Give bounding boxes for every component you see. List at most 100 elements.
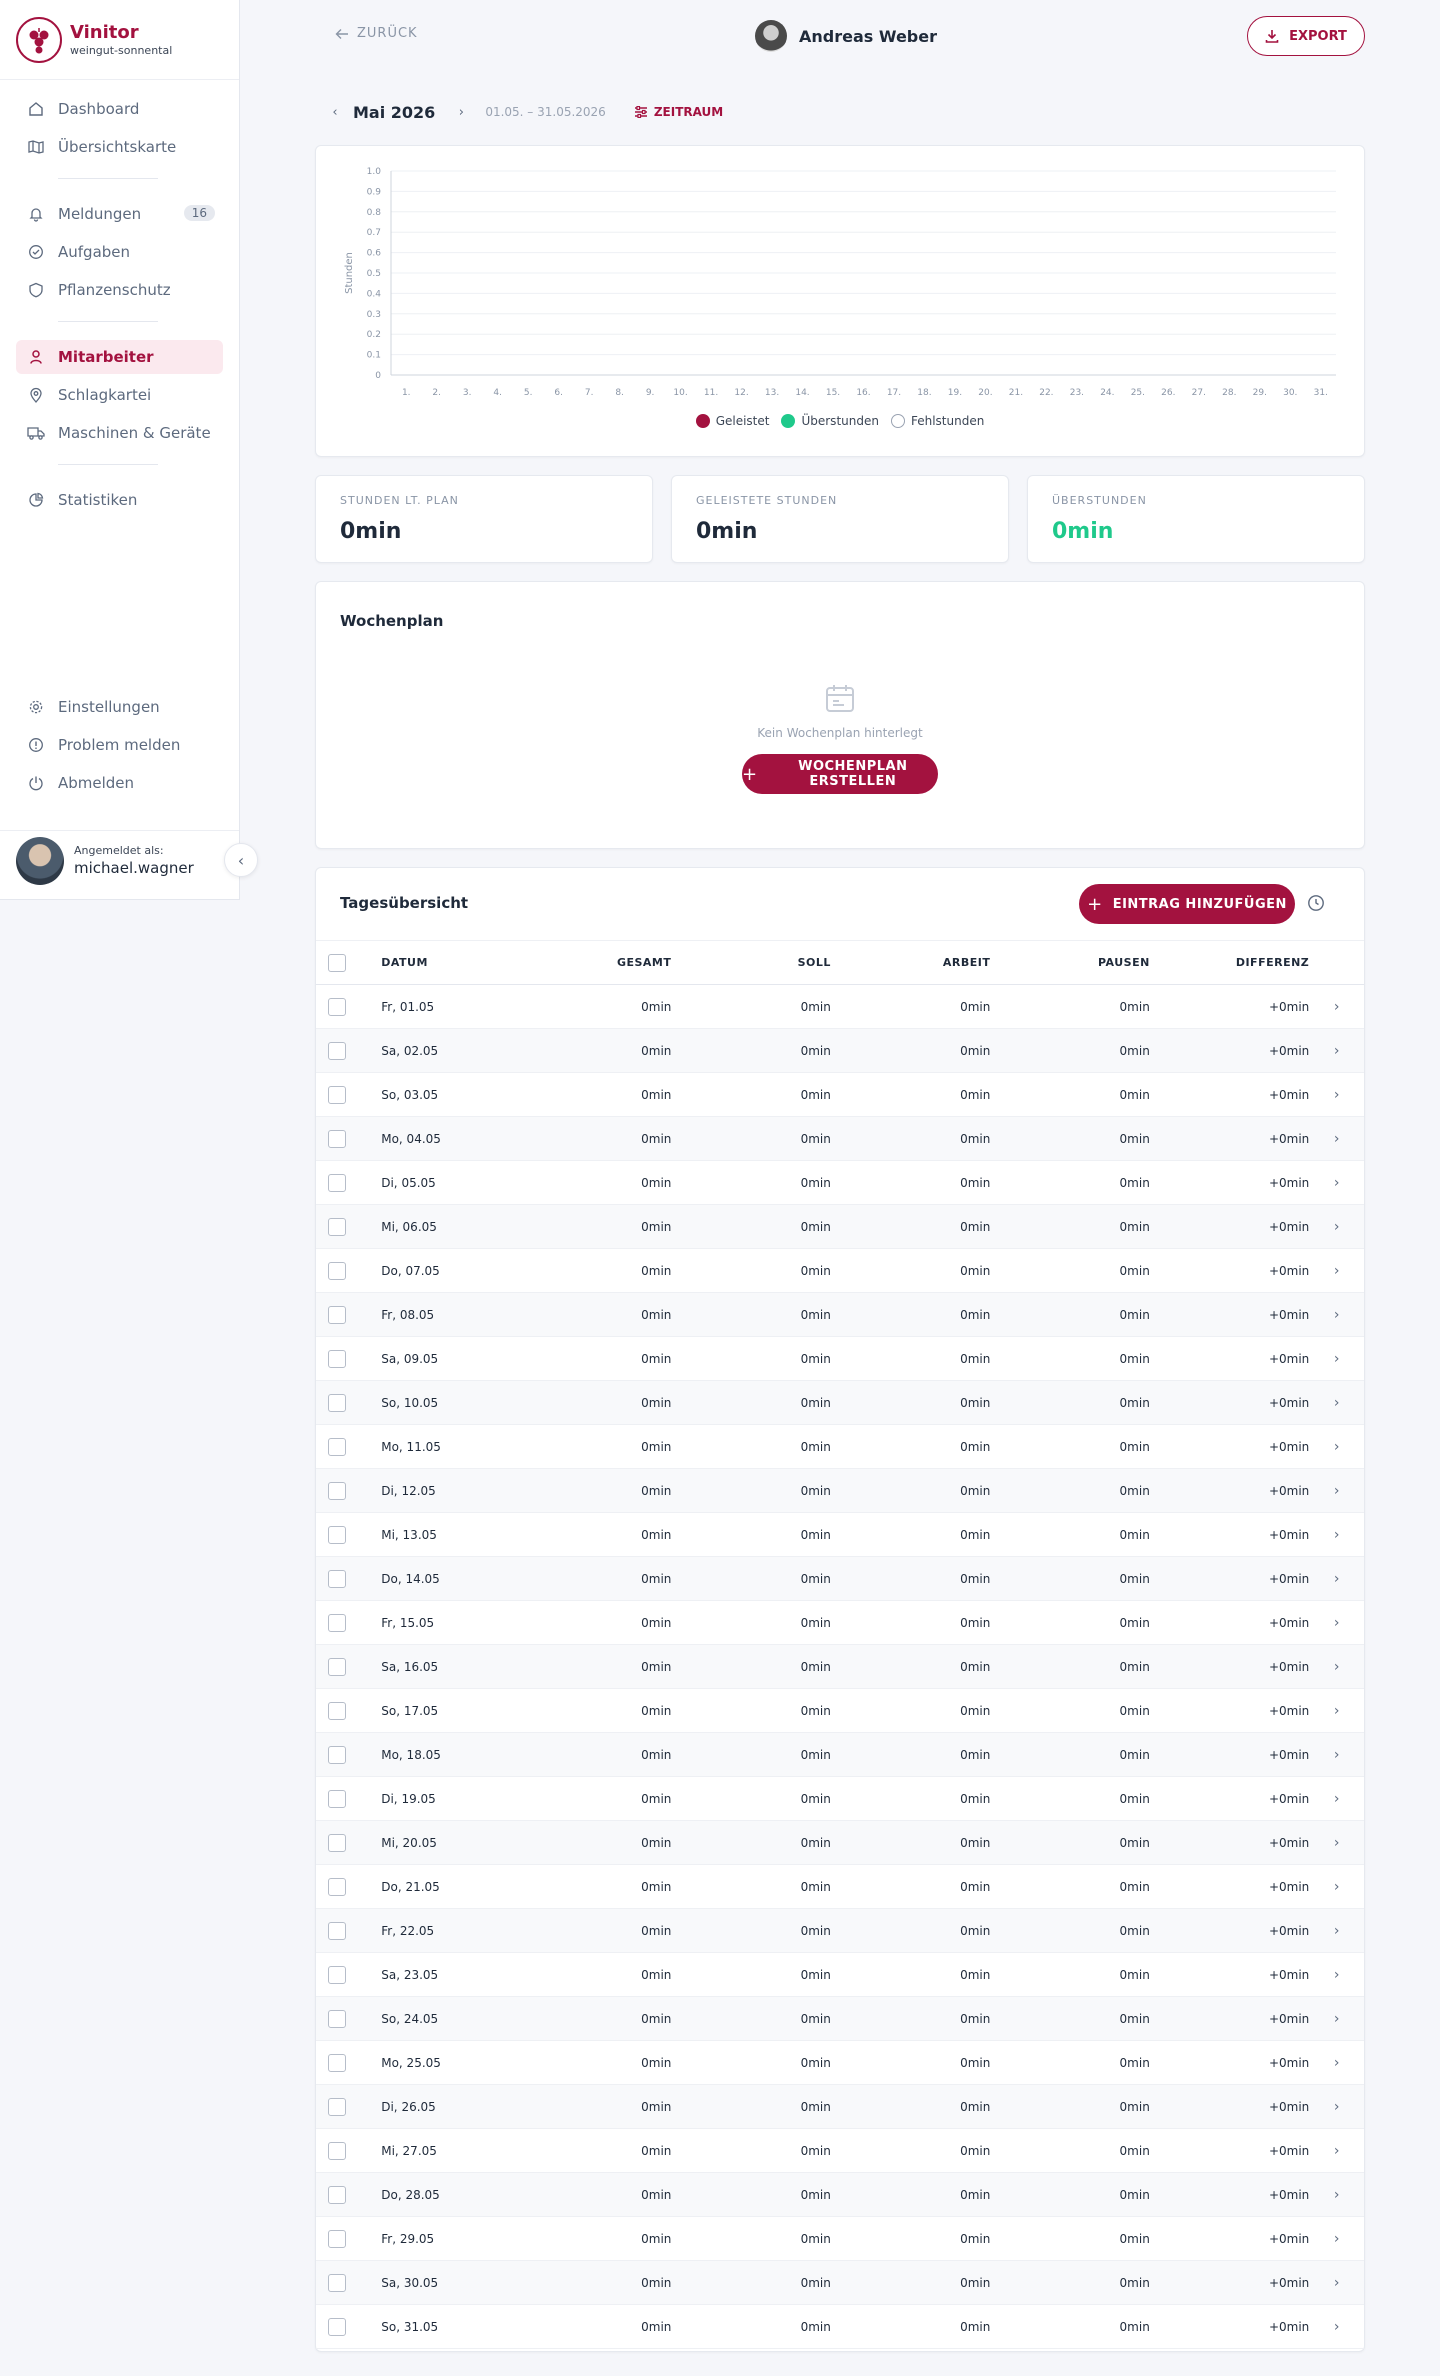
sidebar-item-aufgaben[interactable]: Aufgaben [16, 235, 223, 269]
row-checkbox[interactable] [328, 1085, 346, 1104]
table-row[interactable]: Sa, 16.05 0min 0min 0min 0min +0min › [316, 1644, 1364, 1689]
row-details-button[interactable]: › [1309, 1864, 1364, 1909]
row-details-button[interactable]: › [1309, 2216, 1364, 2261]
sidebar-item-meldungen[interactable]: Meldungen 16 [16, 197, 223, 231]
row-details-button[interactable]: › [1309, 1380, 1364, 1425]
previous-month-button[interactable]: ‹ [325, 105, 345, 120]
table-row[interactable]: Fr, 29.05 0min 0min 0min 0min +0min › [316, 2216, 1364, 2261]
row-details-button[interactable]: › [1309, 1072, 1364, 1117]
sidebar-item-schlagkartei[interactable]: Schlagkartei [16, 378, 223, 412]
back-button[interactable]: ZURÜCK [335, 26, 418, 41]
table-row[interactable]: Mi, 06.05 0min 0min 0min 0min +0min › [316, 1204, 1364, 1249]
row-checkbox[interactable] [328, 1877, 346, 1896]
table-row[interactable]: Di, 19.05 0min 0min 0min 0min +0min › [316, 1776, 1364, 1821]
row-details-button[interactable]: › [1309, 1644, 1364, 1689]
legend-item-fehlstunden[interactable]: Fehlstunden [890, 414, 984, 428]
row-checkbox[interactable] [328, 1305, 346, 1324]
column-header-differenz[interactable]: DIFFERENZ [1149, 940, 1310, 985]
table-row[interactable]: Do, 28.05 0min 0min 0min 0min +0min › [316, 2172, 1364, 2217]
table-row[interactable]: Do, 14.05 0min 0min 0min 0min +0min › [316, 1556, 1364, 1601]
row-checkbox[interactable] [328, 997, 346, 1016]
row-checkbox[interactable] [328, 2273, 346, 2292]
row-checkbox[interactable] [328, 1569, 346, 1588]
column-header-pausen[interactable]: PAUSEN [990, 940, 1150, 985]
sidebar-item-abmelden[interactable]: Abmelden [16, 766, 223, 800]
row-checkbox[interactable] [328, 1701, 346, 1720]
row-checkbox[interactable] [328, 1437, 346, 1456]
next-month-button[interactable]: › [451, 105, 471, 120]
row-details-button[interactable]: › [1309, 2084, 1364, 2129]
table-row[interactable]: Fr, 15.05 0min 0min 0min 0min +0min › [316, 1600, 1364, 1645]
table-row[interactable]: Sa, 23.05 0min 0min 0min 0min +0min › [316, 1952, 1364, 1997]
table-row[interactable]: Mi, 20.05 0min 0min 0min 0min +0min › [316, 1820, 1364, 1865]
sidebar-item-uebersichtskarte[interactable]: Übersichtskarte [16, 130, 223, 164]
row-checkbox[interactable] [328, 1525, 346, 1544]
row-details-button[interactable]: › [1309, 2040, 1364, 2085]
table-row[interactable]: Mi, 27.05 0min 0min 0min 0min +0min › [316, 2128, 1364, 2173]
sidebar-item-maschinen[interactable]: Maschinen & Geräte [16, 416, 223, 450]
table-row[interactable]: Mo, 04.05 0min 0min 0min 0min +0min › [316, 1116, 1364, 1161]
table-row[interactable]: So, 10.05 0min 0min 0min 0min +0min › [316, 1380, 1364, 1425]
row-checkbox[interactable] [328, 1833, 346, 1852]
row-checkbox[interactable] [328, 1657, 346, 1676]
row-details-button[interactable]: › [1309, 2260, 1364, 2305]
row-checkbox[interactable] [328, 2141, 346, 2160]
table-row[interactable]: So, 03.05 0min 0min 0min 0min +0min › [316, 1072, 1364, 1117]
row-checkbox[interactable] [328, 1745, 346, 1764]
add-entry-button[interactable]: + EINTRAG HINZUFÜGEN [1079, 884, 1295, 924]
sidebar-item-einstellungen[interactable]: Einstellungen [16, 690, 223, 724]
row-details-button[interactable]: › [1309, 1160, 1364, 1205]
table-row[interactable]: Di, 12.05 0min 0min 0min 0min +0min › [316, 1468, 1364, 1513]
table-row[interactable]: Fr, 01.05 0min 0min 0min 0min +0min › [316, 984, 1364, 1029]
row-details-button[interactable]: › [1309, 1028, 1364, 1073]
row-details-button[interactable]: › [1309, 1908, 1364, 1953]
row-details-button[interactable]: › [1309, 1996, 1364, 2041]
collapse-sidebar-button[interactable]: ‹ [224, 843, 258, 877]
table-row[interactable]: Fr, 08.05 0min 0min 0min 0min +0min › [316, 1292, 1364, 1337]
row-details-button[interactable]: › [1309, 2128, 1364, 2173]
row-checkbox[interactable] [328, 2317, 346, 2336]
row-checkbox[interactable] [328, 1393, 346, 1412]
table-row[interactable]: So, 24.05 0min 0min 0min 0min +0min › [316, 1996, 1364, 2041]
period-filter-button[interactable]: ZEITRAUM [634, 105, 723, 119]
row-checkbox[interactable] [328, 1349, 346, 1368]
row-details-button[interactable]: › [1309, 1248, 1364, 1293]
row-checkbox[interactable] [328, 1173, 346, 1192]
table-row[interactable]: Mo, 25.05 0min 0min 0min 0min +0min › [316, 2040, 1364, 2085]
row-checkbox[interactable] [328, 2053, 346, 2072]
row-details-button[interactable]: › [1309, 1556, 1364, 1601]
row-details-button[interactable]: › [1309, 1732, 1364, 1777]
row-details-button[interactable]: › [1309, 1116, 1364, 1161]
export-button[interactable]: EXPORT [1247, 16, 1365, 56]
row-checkbox[interactable] [328, 1789, 346, 1808]
row-details-button[interactable]: › [1309, 1600, 1364, 1645]
create-wochenplan-button[interactable]: + WOCHENPLAN ERSTELLEN [742, 754, 938, 794]
row-checkbox[interactable] [328, 1129, 346, 1148]
row-details-button[interactable]: › [1309, 1688, 1364, 1733]
row-details-button[interactable]: › [1309, 1336, 1364, 1381]
sidebar-item-pflanzenschutz[interactable]: Pflanzenschutz [16, 273, 223, 307]
brand[interactable]: Vinitor weingut-sonnental [0, 0, 239, 80]
column-header-soll[interactable]: SOLL [671, 940, 831, 985]
table-row[interactable]: Di, 26.05 0min 0min 0min 0min +0min › [316, 2084, 1364, 2129]
table-row[interactable]: So, 31.05 0min 0min 0min 0min +0min › [316, 2304, 1364, 2349]
row-details-button[interactable]: › [1309, 1292, 1364, 1337]
row-details-button[interactable]: › [1309, 1952, 1364, 1997]
row-checkbox[interactable] [328, 2097, 346, 2116]
row-checkbox[interactable] [328, 2185, 346, 2204]
sidebar-item-mitarbeiter[interactable]: Mitarbeiter [16, 340, 223, 374]
row-details-button[interactable]: › [1309, 1204, 1364, 1249]
row-checkbox[interactable] [328, 1921, 346, 1940]
row-checkbox[interactable] [328, 1481, 346, 1500]
row-details-button[interactable]: › [1309, 1424, 1364, 1469]
table-row[interactable]: Do, 21.05 0min 0min 0min 0min +0min › [316, 1864, 1364, 1909]
table-row[interactable]: Fr, 22.05 0min 0min 0min 0min +0min › [316, 1908, 1364, 1953]
table-row[interactable]: Mo, 11.05 0min 0min 0min 0min +0min › [316, 1424, 1364, 1469]
sidebar-item-statistiken[interactable]: Statistiken [16, 483, 223, 517]
table-row[interactable]: Do, 07.05 0min 0min 0min 0min +0min › [316, 1248, 1364, 1293]
row-checkbox[interactable] [328, 1217, 346, 1236]
sidebar-item-problem-melden[interactable]: Problem melden [16, 728, 223, 762]
column-header-gesamt[interactable]: GESAMT [511, 940, 672, 985]
row-details-button[interactable]: › [1309, 2172, 1364, 2217]
table-row[interactable]: Sa, 09.05 0min 0min 0min 0min +0min › [316, 1336, 1364, 1381]
